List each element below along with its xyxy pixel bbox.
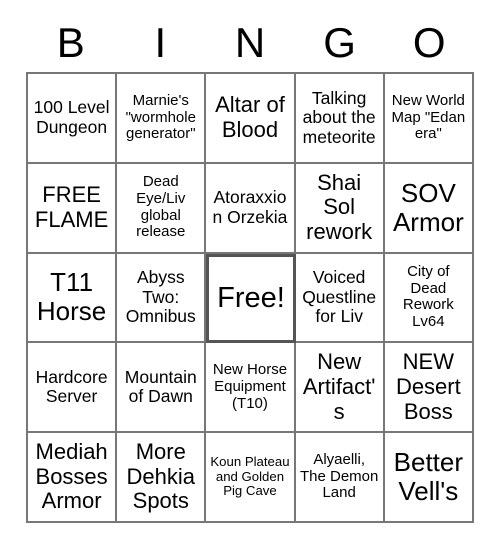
bingo-cell[interactable]: Mountain of Dawn [117,343,207,434]
bingo-cell[interactable]: Better Vell's [384,433,474,523]
bingo-cell[interactable]: FREE FLAME [28,163,118,254]
bingo-cell[interactable]: NEW Desert Boss [384,343,474,434]
bingo-cell-label: Mountain of Dawn [124,366,197,407]
bingo-cell[interactable]: Alyaelli, The Demon Land [295,433,385,523]
bingo-card: B I N G O 100 Level Dungeon Marnie's "wo… [26,14,474,523]
bingo-cell-label: City of Dead Rework Lv64 [402,262,454,331]
bingo-cell[interactable]: T11 Horse [28,253,118,344]
bingo-row: 100 Level Dungeon Marnie's "wormhole gen… [28,74,474,164]
bingo-cell-label: Hardcore Server [35,366,108,407]
bingo-cell[interactable]: 100 Level Dungeon [28,74,118,164]
header-letter-g: G [323,19,356,66]
bingo-grid: 100 Level Dungeon Marnie's "wormhole gen… [26,72,474,523]
bingo-cell-label: 100 Level Dungeon [33,97,110,137]
bingo-row: T11 Horse Abyss Two: Omnibus Free! Voice… [28,253,474,344]
bingo-row: FREE FLAME Dead Eye/Liv global release A… [28,163,474,254]
bingo-cell[interactable]: Talking about the meteorite [295,74,385,164]
bingo-cell-label: Voiced Questline for Liv [302,267,377,327]
bingo-cell[interactable]: Voiced Questline for Liv [295,253,385,344]
bingo-cell[interactable]: New Horse Equipment (T10) [206,343,296,434]
bingo-cell[interactable]: Abyss Two: Omnibus [117,253,207,344]
bingo-row: Mediah Bosses Armor More Dehkia Spots Ko… [28,433,474,523]
bingo-cell-label: Free! [217,282,285,315]
bingo-cell[interactable]: More Dehkia Spots [117,433,207,523]
bingo-cell[interactable]: Hardcore Server [28,343,118,434]
bingo-cell-label: New Horse Equipment (T10) [212,361,288,412]
bingo-cell-label: Koun Plateau and Golden Pig Cave [210,453,290,499]
bingo-cell[interactable]: Altar of Blood [206,74,296,164]
bingo-cell[interactable]: Mediah Bosses Armor [28,433,118,523]
bingo-header: B I N G O [26,14,474,72]
bingo-cell[interactable]: Koun Plateau and Golden Pig Cave [206,433,296,523]
bingo-cell-label: New World Map "Edan era" [391,91,466,143]
bingo-cell-label: FREE FLAME [34,182,109,232]
bingo-cell[interactable]: City of Dead Rework Lv64 [384,253,474,344]
bingo-cell-label: Shai Sol rework [306,169,373,244]
bingo-cell[interactable]: Marnie's "wormhole generator" [117,74,207,164]
bingo-cell-free[interactable]: Free! [206,253,296,344]
bingo-cell-label: Talking about the meteorite [302,87,376,147]
bingo-cell[interactable]: New Artifact's [295,343,385,434]
bingo-cell-label: Alyaelli, The Demon Land [299,450,379,502]
bingo-cell[interactable]: Shai Sol rework [295,163,385,254]
bingo-row: Hardcore Server Mountain of Dawn New Hor… [28,343,474,434]
bingo-cell-label: Abyss Two: Omnibus [125,267,196,327]
bingo-cell[interactable]: New World Map "Edan era" [384,74,474,164]
bingo-cell-label: Marnie's "wormhole generator" [125,91,196,143]
header-letter-o: O [412,19,446,66]
bingo-cell-label: New Artifact's [302,349,376,424]
bingo-cell[interactable]: SOV Armor [384,163,474,254]
bingo-cell-label: Dead Eye/Liv global release [136,173,186,241]
bingo-cell-label: Better Vell's [393,446,464,507]
bingo-cell[interactable]: Dead Eye/Liv global release [117,163,207,254]
bingo-cell-label: More Dehkia Spots [126,439,196,514]
header-letter-b: B [56,19,85,66]
header-letter-i: I [154,19,167,66]
bingo-cell-label: T11 Horse [36,267,107,327]
bingo-cell-label: Atoraxxion Orzekia [212,187,288,227]
bingo-cell-label: NEW Desert Boss [395,349,461,424]
bingo-cell[interactable]: Atoraxxion Orzekia [206,163,296,254]
bingo-cell-label: SOV Armor [392,177,464,237]
bingo-cell-label: Altar of Blood [215,92,285,142]
header-letter-n: N [234,19,266,66]
bingo-cell-label: Mediah Bosses Armor [35,439,108,514]
